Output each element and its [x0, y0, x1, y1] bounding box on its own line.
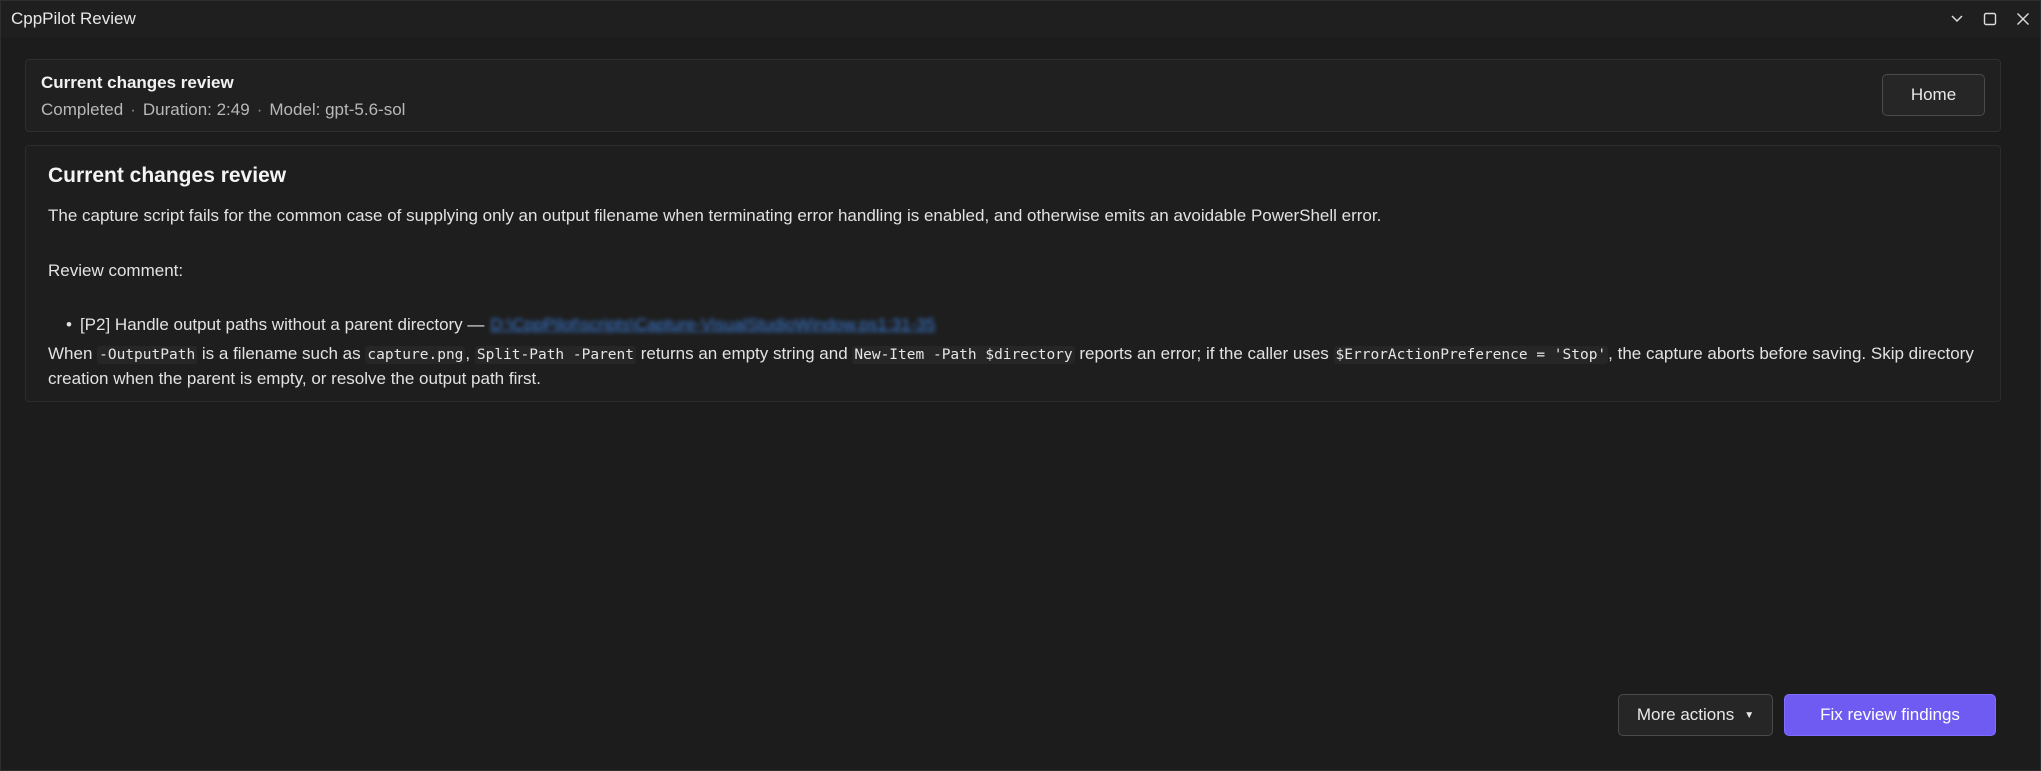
duration-text: Duration: 2:49 — [142, 100, 250, 119]
review-comment-label: Review comment: — [48, 261, 184, 280]
file-location-link[interactable]: D:\CppPilot\scripts\Capture-VisualStudio… — [490, 315, 935, 334]
chevron-down-icon — [1951, 15, 1963, 23]
title-bar[interactable]: CppPilot Review — [1, 1, 2040, 37]
detail-text: returns an empty string and — [636, 344, 853, 363]
code-error-action: $ErrorActionPreference = 'Stop' — [1333, 346, 1609, 364]
finding-detail: When -OutputPath is a filename such as c… — [48, 342, 1988, 391]
code-new-item: New-Item -Path $directory — [852, 346, 1075, 364]
status-text: Completed — [41, 100, 124, 119]
caret-down-icon: ▼ — [1744, 709, 1755, 721]
detail-text: When — [48, 344, 98, 363]
detail-text: is a filename such as — [197, 344, 366, 363]
close-icon — [2017, 13, 2029, 25]
code-filename: capture.png — [365, 346, 466, 364]
code-split-path: Split-Path -Parent — [474, 346, 636, 364]
meta-separator: · — [256, 100, 263, 119]
window-title: CppPilot Review — [11, 9, 136, 28]
close-button[interactable] — [2009, 7, 2037, 31]
finding-item: • [P2] Handle output paths without a pare… — [66, 315, 935, 335]
header-title: Current changes review — [41, 73, 234, 92]
review-content-card: Current changes review The capture scrip… — [25, 145, 2001, 402]
finding-text: [P2] Handle output paths without a paren… — [79, 315, 485, 334]
maximize-icon — [1983, 12, 1997, 26]
review-meta: Completed · Duration: 2:49 · Model: gpt-5.6-… — [41, 100, 405, 120]
maximize-button[interactable] — [1976, 7, 2004, 31]
fix-review-findings-button[interactable]: Fix review findings — [1784, 694, 1996, 736]
home-button[interactable]: Home — [1882, 74, 1985, 116]
more-actions-button[interactable]: More actions ▼ — [1618, 694, 1773, 736]
bullet: • — [66, 315, 72, 334]
meta-separator: · — [130, 100, 136, 119]
review-title: Current changes review — [48, 164, 287, 187]
code-output-path: -OutputPath — [97, 346, 198, 364]
model-text: Model: gpt-5.6-sol — [269, 100, 406, 119]
review-summary: The capture script fails for the common … — [48, 206, 1382, 225]
review-window: CppPilot Review Current changes review C… — [0, 0, 2041, 771]
detail-text: , — [465, 344, 475, 363]
more-actions-label: More actions — [1636, 705, 1735, 724]
minimize-button[interactable] — [1943, 7, 1971, 31]
detail-text: reports an error; if the caller uses — [1074, 344, 1334, 363]
review-header-card: Current changes review Completed · Duratio… — [25, 59, 2001, 132]
